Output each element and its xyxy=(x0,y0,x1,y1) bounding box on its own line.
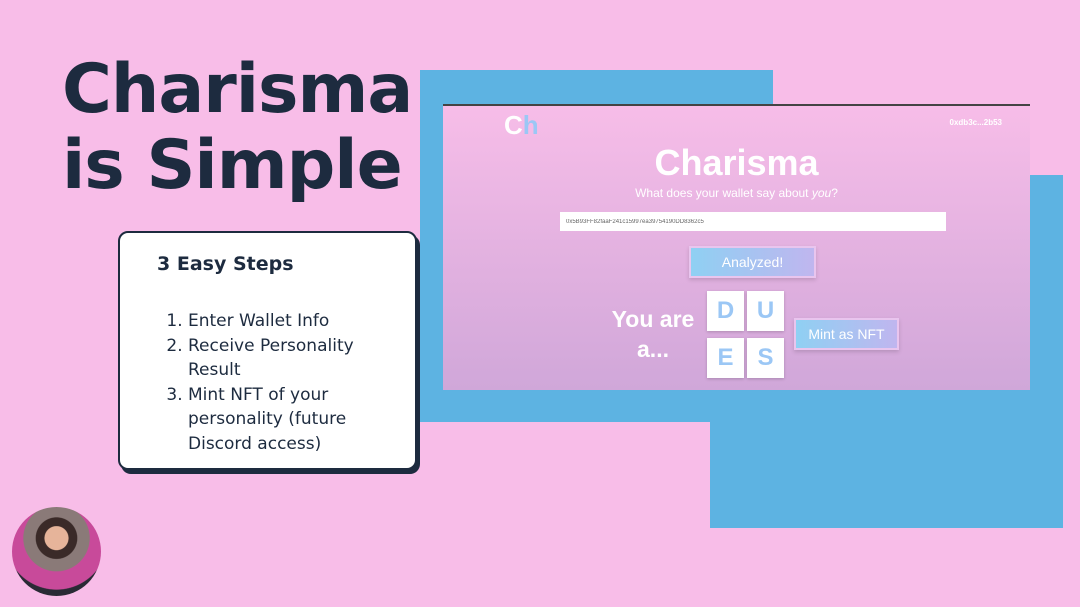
presenter-video-avatar xyxy=(12,507,101,596)
subtitle-em: you xyxy=(811,186,832,200)
slide-title: Charisma is Simple xyxy=(62,50,413,205)
letter-tile: S xyxy=(747,338,784,378)
mint-nft-button[interactable]: Mint as NFT xyxy=(794,318,899,350)
step-item: Mint NFT of your personality (future Dis… xyxy=(188,383,410,457)
letter-tile: D xyxy=(707,291,744,331)
app-subtitle: What does your wallet say about you? xyxy=(443,186,1030,200)
steps-list: Enter Wallet Info Receive Personality Re… xyxy=(170,309,410,456)
wallet-address[interactable]: 0xdb3c...2b53 xyxy=(950,118,1002,127)
letter-tile: E xyxy=(707,338,744,378)
subtitle-text: What does your wallet say about xyxy=(635,186,812,200)
step-item: Receive Personality Result xyxy=(188,334,410,383)
result-label-line: a... xyxy=(637,336,669,362)
logo-h: h xyxy=(522,110,539,140)
wallet-input[interactable] xyxy=(560,212,946,231)
step-item: Enter Wallet Info xyxy=(188,309,410,334)
logo-c: C xyxy=(504,110,523,140)
subtitle-text: ? xyxy=(831,186,838,200)
result-label: You are a... xyxy=(603,304,703,364)
title-line: Charisma xyxy=(62,50,413,129)
app-title: Charisma xyxy=(654,142,819,183)
result-label-line: You are xyxy=(611,306,695,332)
steps-card: 3 Easy Steps Enter Wallet Info Receive P… xyxy=(118,231,417,470)
app-logo[interactable]: Ch xyxy=(504,110,539,141)
analyze-button[interactable]: Analyzed! xyxy=(689,246,816,278)
app-screenshot: Ch 0xdb3c...2b53 Charisma What does your… xyxy=(443,104,1030,390)
title-line: is Simple xyxy=(62,126,403,205)
steps-heading: 3 Easy Steps xyxy=(157,253,294,275)
letter-tile: U xyxy=(747,291,784,331)
